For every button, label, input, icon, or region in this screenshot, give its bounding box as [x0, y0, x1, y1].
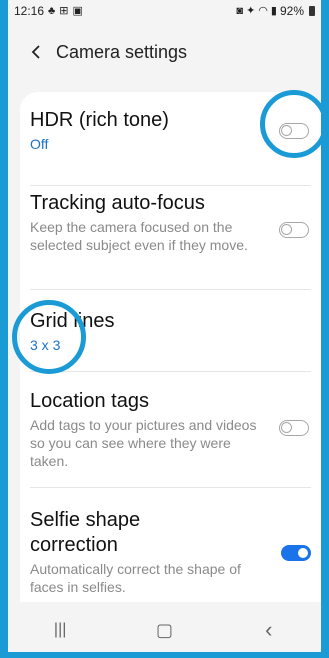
setting-location-tags[interactable]: Location tags Add tags to your pictures … — [20, 389, 321, 479]
status-left: 12:16 ♣ ⊞ ▣ — [14, 4, 83, 18]
status-right: ◙ ✦ ◠ ▮ 92% — [236, 4, 315, 18]
gallery-icon: ⊞ — [59, 5, 69, 17]
divider — [30, 487, 311, 488]
back-button[interactable] — [18, 34, 54, 70]
wifi-icon: ◠ — [258, 5, 268, 17]
vibrate-icon: ✦ — [246, 5, 256, 17]
tracking-toggle[interactable] — [279, 222, 309, 238]
navigation-bar: ||| ▢ ‹ — [8, 608, 321, 652]
recents-button[interactable]: ||| — [30, 610, 90, 650]
status-time: 12:16 — [14, 4, 45, 18]
battery-icon — [309, 6, 315, 16]
setting-location-description: Add tags to your pictures and videos so … — [30, 417, 257, 469]
setting-location-title: Location tags — [30, 390, 149, 412]
image-icon: ▣ — [72, 5, 83, 17]
phone-screen: 12:16 ♣ ⊞ ▣ ◙ ✦ ◠ ▮ 92% Camera settings … — [8, 0, 321, 652]
chevron-left-icon — [31, 45, 40, 59]
location-toggle[interactable] — [279, 420, 309, 436]
signal-icon: ▮ — [270, 5, 277, 17]
setting-selfie-title: Selfie shape correction — [30, 509, 141, 556]
divider — [30, 289, 311, 290]
highlight-circle-hdr-toggle — [260, 90, 321, 158]
selfie-toggle[interactable] — [281, 545, 311, 561]
setting-tracking-autofocus[interactable]: Tracking auto-focus Keep the camera focu… — [20, 191, 321, 281]
home-button[interactable]: ▢ — [134, 610, 194, 650]
battery-percent: 92% — [279, 4, 304, 18]
setting-selfie-description: Automatically correct the shape of faces… — [30, 561, 241, 595]
notification-icon: ♣ — [48, 5, 56, 17]
app-header: Camera settings — [8, 22, 321, 82]
home-icon: ▢ — [155, 619, 173, 640]
recents-icon: ||| — [53, 621, 67, 638]
nfc-icon: ◙ — [236, 5, 244, 17]
nav-back-button[interactable]: ‹ — [239, 610, 299, 650]
setting-tracking-description: Keep the camera focused on the selected … — [30, 219, 248, 253]
back-icon: ‹ — [265, 617, 273, 642]
page-title: Camera settings — [56, 41, 188, 62]
divider — [30, 371, 311, 372]
setting-selfie-shape[interactable]: Selfie shape correction Automatically co… — [20, 508, 321, 602]
setting-tracking-title: Tracking auto-focus — [30, 192, 205, 214]
divider — [30, 185, 311, 186]
status-bar: 12:16 ♣ ⊞ ▣ ◙ ✦ ◠ ▮ 92% — [8, 0, 321, 22]
highlight-circle-grid-lines — [12, 300, 86, 374]
